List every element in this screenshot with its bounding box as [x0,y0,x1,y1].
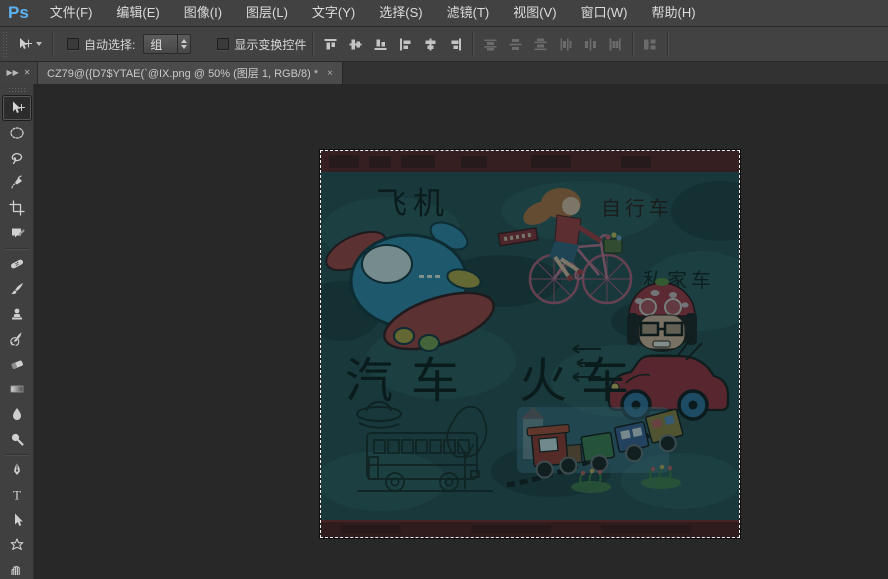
tools-panel-header: ▶▶ ✕ [0,62,38,84]
distribute-vertical-centers-button[interactable] [504,33,526,55]
distribute-bottom-edges-button[interactable] [529,33,551,55]
menu-image[interactable]: 图像(I) [172,0,234,26]
auto-select-label: 自动选择: [84,36,135,53]
menu-select[interactable]: 选择(S) [367,0,434,26]
document-tab-bar: ▶▶ ✕ CZ79@({D7$YTAE(`@IX.png @ 50% (图层 1… [0,62,888,84]
pen-tool[interactable] [3,458,31,482]
tools-panel: T [0,84,34,579]
align-bottom-edges-button[interactable] [369,33,391,55]
eraser-icon [9,356,25,372]
pen-icon [9,462,25,478]
dodge-icon [9,431,25,447]
menu-window[interactable]: 窗口(W) [569,0,640,26]
brush-tool[interactable] [3,277,31,301]
auto-select-value: 组 [144,36,177,53]
move-tool[interactable] [3,96,31,120]
gradient-icon [9,381,25,397]
photoshop-window: { "app": { "logo_text": "Ps" }, "menubar… [0,0,888,579]
menu-view[interactable]: 视图(V) [501,0,568,26]
type-tool-icon: T [9,487,25,503]
elliptical-marquee-tool[interactable] [3,121,31,145]
artwork-image: 飞机 [321,151,739,537]
menu-file[interactable]: 文件(F) [38,0,105,26]
hand-icon [9,565,25,575]
auto-select-dropdown[interactable]: 组 [143,34,191,54]
eraser-tool[interactable] [3,352,31,376]
tool-preset-picker[interactable] [12,34,46,54]
hand-tool[interactable] [3,558,31,579]
note-tool[interactable] [3,221,31,245]
options-bar-grip[interactable] [2,31,9,57]
lasso-tool[interactable] [3,146,31,170]
auto-align-layers-button[interactable] [639,33,661,55]
type-tool[interactable]: T [3,483,31,507]
history-brush-icon [9,331,25,347]
align-vertical-centers-button[interactable] [344,33,366,55]
custom-shape-tool[interactable] [3,533,31,557]
dropdown-stepper-icon [177,35,190,53]
spot-healing-brush-tool[interactable] [3,252,31,276]
auto-select-checkbox[interactable] [67,38,79,50]
quick-selection-tool[interactable] [3,171,31,195]
lasso-icon [9,150,25,166]
blur-tool[interactable] [3,402,31,426]
clone-stamp-tool[interactable] [3,302,31,326]
path-selection-icon [9,512,25,528]
menu-type[interactable]: 文字(Y) [300,0,367,26]
menu-bar: Ps 文件(F) 编辑(E) 图像(I) 图层(L) 文字(Y) 选择(S) 滤… [0,0,888,27]
distribute-horizontal-centers-button[interactable] [579,33,601,55]
menu-help[interactable]: 帮助(H) [640,0,708,26]
show-transform-checkbox[interactable] [217,38,229,50]
align-top-edges-button[interactable] [319,33,341,55]
align-right-edges-button[interactable] [444,33,466,55]
align-buttons [319,33,466,55]
distribute-buttons [479,33,626,55]
move-tool-icon [9,100,25,116]
show-transform-label: 显示变换控件 [234,36,306,53]
distribute-top-edges-button[interactable] [479,33,501,55]
bandage-icon [9,256,25,272]
crop-tool[interactable] [3,196,31,220]
panel-collapse-icon[interactable]: ▶▶ [6,69,18,77]
tab-close-icon[interactable]: × [327,68,333,79]
distribute-right-edges-button[interactable] [604,33,626,55]
svg-text:T: T [13,488,21,503]
water-drop-icon [9,406,25,422]
preset-caret-icon [36,42,42,46]
document-tab-title: CZ79@({D7$YTAE(`@IX.png @ 50% (图层 1, RGB… [47,65,318,81]
gradient-tool[interactable] [3,377,31,401]
note-icon [9,225,25,241]
quick-selection-icon [9,175,25,191]
custom-shape-icon [9,537,25,553]
move-tool-icon [16,36,32,52]
brush-icon [9,281,25,297]
workspace: T [0,84,888,579]
dark-overlay [321,151,739,537]
path-selection-tool[interactable] [3,508,31,532]
panel-close-icon[interactable]: ✕ [24,69,31,77]
document-tab[interactable]: CZ79@({D7$YTAE(`@IX.png @ 50% (图层 1, RGB… [38,62,343,84]
dodge-tool[interactable] [3,427,31,451]
menu-edit[interactable]: 编辑(E) [104,0,171,26]
clone-stamp-icon [9,306,25,322]
history-brush-tool[interactable] [3,327,31,351]
document-canvas[interactable]: 飞机 [320,150,740,538]
elliptical-marquee-icon [9,125,25,141]
menu-filter[interactable]: 滤镜(T) [435,0,502,26]
align-left-edges-button[interactable] [394,33,416,55]
crop-icon [9,200,25,216]
tools-panel-grip[interactable] [8,87,26,94]
photoshop-logo: Ps [0,3,38,23]
distribute-left-edges-button[interactable] [554,33,576,55]
menu-layer[interactable]: 图层(L) [234,0,300,26]
options-bar: 自动选择: 组 显示变换控件 [0,27,888,62]
align-horizontal-centers-button[interactable] [419,33,441,55]
